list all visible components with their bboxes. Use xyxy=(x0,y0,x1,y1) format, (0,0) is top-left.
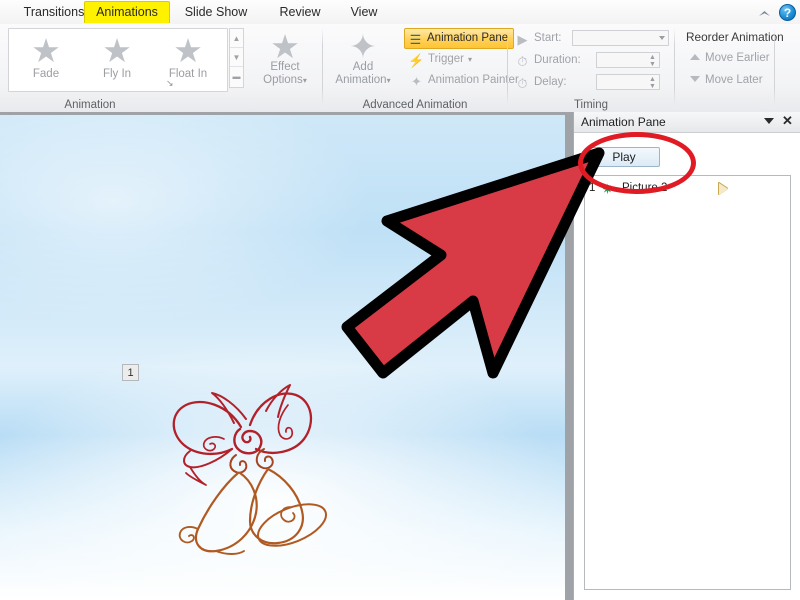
triangle-down-icon xyxy=(690,76,700,82)
tab-animations[interactable]: Animations xyxy=(84,1,170,23)
duration-stepper[interactable]: ▲▼ xyxy=(596,52,660,68)
preset-label: Fade xyxy=(11,68,81,80)
lightning-icon: ⚡ xyxy=(408,53,425,68)
star-plus-icon: ✦ xyxy=(328,31,398,61)
animation-preset-fly-in[interactable]: ★ Fly In xyxy=(82,31,152,89)
group-advanced-animation: ✦ Add Animation▾ ☰Animation Pane ⚡Trigge… xyxy=(322,24,508,112)
gallery-scroll-down-icon[interactable]: ▼ xyxy=(230,48,243,67)
triangle-right-icon[interactable] xyxy=(719,183,728,195)
chevron-down-icon[interactable]: ▾ xyxy=(387,76,391,85)
duration-label: Duration: xyxy=(534,54,581,66)
editing-work-area: 1 xyxy=(0,112,800,600)
powerpoint-window: Transitions Animations Slide Show Review… xyxy=(0,0,800,600)
gallery-more-icon[interactable]: ▬ xyxy=(230,67,243,86)
group-label-advanced-animation: Advanced Animation xyxy=(322,99,508,111)
clock-icon: ⏱ xyxy=(514,54,531,69)
delay-row: ⏱Delay: xyxy=(512,72,567,92)
add-animation-label-2: Animation xyxy=(335,74,386,86)
star-brush-icon: ✦ xyxy=(408,74,425,89)
star-icon: ★ xyxy=(252,31,318,61)
animation-painter-button[interactable]: ✦Animation Painter xyxy=(406,71,519,90)
ribbon-tab-strip: Transitions Animations Slide Show Review… xyxy=(0,0,800,25)
chevron-down-icon[interactable] xyxy=(659,36,665,40)
effect-options-label-2: Options xyxy=(263,74,303,86)
animation-pane: Animation Pane ✕ Play 1 ✷ Picture 2 xyxy=(573,112,800,600)
delay-label: Delay: xyxy=(534,76,567,88)
tab-view[interactable]: View xyxy=(336,1,392,23)
animation-pane-label: Animation Pane xyxy=(427,32,508,44)
effect-options-label-2-row: Options▾ xyxy=(252,74,318,88)
move-later-label: Move Later xyxy=(705,74,763,86)
chevron-down-icon[interactable] xyxy=(764,118,774,124)
group-animation: ★ Fade ★ Fly In ★ Float In ▲ ▼ ▬ xyxy=(0,24,250,112)
animation-pane-title: Animation Pane xyxy=(581,114,666,131)
animation-preset-fade[interactable]: ★ Fade xyxy=(11,31,81,89)
group-label-animation: Animation xyxy=(0,99,180,111)
delay-stepper[interactable]: ▲▼ xyxy=(596,74,660,90)
effect-options-button[interactable]: ★ Effect Options▾ xyxy=(252,28,318,90)
start-label: Start: xyxy=(534,32,561,44)
spinner-icon[interactable]: ▲▼ xyxy=(648,76,657,90)
trigger-label: Trigger xyxy=(428,53,464,65)
chevron-up-icon[interactable] xyxy=(758,5,772,19)
gallery-scroll-buttons: ▲ ▼ ▬ xyxy=(229,28,244,88)
tab-slide-show[interactable]: Slide Show xyxy=(170,1,262,23)
animation-item-name: Picture 2 xyxy=(622,182,667,194)
bells-clipart-image[interactable] xyxy=(140,365,360,555)
move-later-button[interactable]: Move Later xyxy=(690,74,763,86)
help-icon[interactable]: ? xyxy=(779,4,796,21)
triangle-up-icon xyxy=(690,54,700,60)
animation-pane-header: Animation Pane ✕ xyxy=(574,112,800,133)
ribbon-top-right-controls: ? xyxy=(758,2,796,22)
star-icon: ★ xyxy=(29,35,63,67)
green-star-icon: ✷ xyxy=(600,181,615,197)
clock-icon: ⏱ xyxy=(514,76,531,91)
trigger-button[interactable]: ⚡Trigger ▾ xyxy=(406,50,472,69)
reorder-animation-title: Reorder Animation xyxy=(686,30,784,44)
chevron-down-icon[interactable]: ▾ xyxy=(303,76,307,85)
play-button[interactable]: Play xyxy=(588,147,660,167)
tab-review[interactable]: Review xyxy=(264,1,336,23)
group-label-timing: Timing xyxy=(508,99,674,111)
animation-painter-label: Animation Painter xyxy=(428,74,519,86)
move-earlier-label: Move Earlier xyxy=(705,52,770,64)
chevron-down-icon[interactable]: ▾ xyxy=(468,55,472,64)
start-select[interactable] xyxy=(572,30,669,46)
group-separator xyxy=(674,28,675,106)
spinner-icon[interactable]: ▲▼ xyxy=(648,54,657,68)
move-earlier-button[interactable]: Move Earlier xyxy=(690,52,770,64)
play-icon: ▶ xyxy=(514,32,531,47)
star-icon: ★ xyxy=(100,35,134,67)
ribbon-body: ★ Fade ★ Fly In ★ Float In ▲ ▼ ▬ xyxy=(0,24,800,113)
animation-gallery: ★ Fade ★ Fly In ★ Float In xyxy=(8,28,228,92)
animation-item-number: 1 xyxy=(589,182,595,194)
animation-dialog-launcher-icon[interactable]: ↘ xyxy=(166,78,178,90)
duration-row: ⏱Duration: xyxy=(512,50,581,70)
animation-pane-button[interactable]: ☰Animation Pane xyxy=(404,28,514,49)
star-icon: ★ xyxy=(171,35,205,67)
animation-list[interactable]: 1 ✷ Picture 2 xyxy=(584,175,791,590)
animation-preset-float-in[interactable]: ★ Float In xyxy=(153,31,223,89)
add-animation-button[interactable]: ✦ Add Animation▾ xyxy=(328,28,398,90)
animation-pane-icon: ☰ xyxy=(407,32,424,47)
preset-label: Float In xyxy=(153,68,223,80)
add-animation-label-1: Add xyxy=(328,61,398,74)
slide-canvas[interactable]: 1 xyxy=(0,115,565,600)
animation-list-item[interactable]: 1 ✷ Picture 2 xyxy=(585,181,790,199)
group-timing: ▶Start: ⏱Duration: ▲▼ ⏱Delay: xyxy=(508,24,775,112)
animation-sequence-badge[interactable]: 1 xyxy=(122,364,139,381)
close-icon[interactable]: ✕ xyxy=(780,113,795,129)
effect-options-label-1: Effect xyxy=(252,61,318,74)
group-separator xyxy=(774,28,775,106)
start-row: ▶Start: xyxy=(512,28,561,48)
ribbon: Transitions Animations Slide Show Review… xyxy=(0,0,800,112)
gallery-scroll-up-icon[interactable]: ▲ xyxy=(230,29,243,48)
add-animation-label-2-row: Animation▾ xyxy=(328,74,398,88)
preset-label: Fly In xyxy=(82,68,152,80)
